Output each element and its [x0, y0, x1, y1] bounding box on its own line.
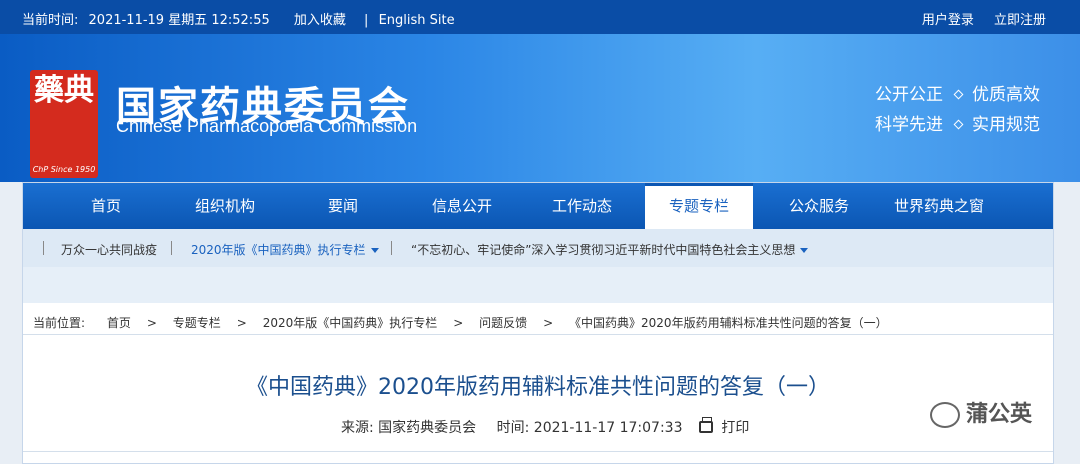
- main-nav: 首页 组织机构 要闻 信息公开 工作动态 专题专栏 公众服务 世界药典之窗: [23, 183, 1053, 229]
- breadcrumb-pharmacopoeia-2020[interactable]: 2020年版《中国药典》执行专栏: [263, 316, 438, 330]
- subnav-item-study-thought[interactable]: “不忘初心、牢记使命”深入学习贯彻习近平新时代中国特色社会主义思想: [411, 241, 809, 258]
- top-bar-right: 用户登录 立即注册: [906, 9, 1046, 28]
- nav-item-special-topics[interactable]: 专题专栏: [645, 183, 753, 229]
- register-link[interactable]: 立即注册: [994, 13, 1046, 28]
- add-favorite-link[interactable]: 加入收藏: [294, 13, 346, 28]
- nav-item-work-updates[interactable]: 工作动态: [521, 183, 643, 229]
- sub-nav: 万众一心共同战疫 2020年版《中国药典》执行专栏 “不忘初心、牢记使命”深入学…: [23, 229, 1053, 267]
- slogan-1: 公开公正: [875, 85, 943, 105]
- current-time-label: 当前时间:: [22, 13, 79, 28]
- subnav-divider: [171, 241, 172, 255]
- subnav-divider: [43, 241, 44, 255]
- slogan: 公开公正 优质高效 科学先进 实用规范: [875, 80, 1040, 140]
- slogan-4: 实用规范: [972, 115, 1040, 135]
- nav-item-info-disclosure[interactable]: 信息公开: [401, 183, 523, 229]
- logo-seal-glyph: 藥典: [34, 73, 94, 108]
- breadcrumb-feedback[interactable]: 问题反馈: [479, 316, 527, 330]
- breadcrumb-divider: [23, 334, 1053, 335]
- nav-item-organization[interactable]: 组织机构: [165, 183, 285, 229]
- article-divider: [23, 451, 1053, 452]
- slogan-3: 科学先进: [875, 115, 943, 135]
- subnav-item-covid[interactable]: 万众一心共同战疫: [61, 241, 157, 258]
- chevron-down-icon: [800, 248, 809, 253]
- article-title: 《中国药典》2020年版药用辅料标准共性问题的答复（一）: [246, 375, 830, 400]
- diamond-icon: [953, 89, 964, 100]
- subnav-strip: [23, 267, 1053, 303]
- subnav-item-pharmacopoeia-2020[interactable]: 2020年版《中国药典》执行专栏: [191, 241, 379, 258]
- diamond-icon: [953, 119, 964, 130]
- breadcrumb: 当前位置: 首页 > 专题专栏 > 2020年版《中国药典》执行专栏 > 问题反馈 > …: [33, 316, 888, 330]
- main-content: 首页 组织机构 要闻 信息公开 工作动态 专题专栏 公众服务 世界药典之窗 万众…: [22, 182, 1054, 464]
- top-bar: 当前时间: 2021-11-19 星期五 12:52:55 加入收藏 | Eng…: [0, 0, 1080, 34]
- current-datetime: 2021-11-19 星期五 12:52:55: [88, 13, 270, 28]
- header-banner: 藥典 ChP Since 1950 国家药典委员会 Chinese Pharma…: [0, 34, 1080, 182]
- breadcrumb-label: 当前位置:: [33, 316, 86, 330]
- article-meta: 来源: 国家药典委员会 时间: 2021-11-17 17:07:33 打印: [341, 417, 749, 437]
- user-login-link[interactable]: 用户登录: [922, 13, 974, 28]
- nav-item-public-services[interactable]: 公众服务: [761, 183, 877, 229]
- breadcrumb-special-topics[interactable]: 专题专栏: [173, 316, 221, 330]
- printer-icon[interactable]: [698, 417, 713, 433]
- breadcrumb-current[interactable]: 《中国药典》2020年版药用辅料标准共性问题的答复（一）: [569, 316, 888, 330]
- top-bar-left: 当前时间: 2021-11-19 星期五 12:52:55 加入收藏 | Eng…: [22, 9, 461, 28]
- nav-item-world-pharmacopoeia[interactable]: 世界药典之窗: [881, 183, 997, 229]
- print-button[interactable]: 打印: [721, 420, 749, 436]
- wechat-icon: [930, 402, 960, 428]
- slogan-2: 优质高效: [972, 85, 1040, 105]
- logo-seal[interactable]: 藥典 ChP Since 1950: [30, 70, 98, 178]
- source-label: 来源:: [341, 420, 374, 436]
- watermark-text: 蒲公英: [966, 402, 1033, 427]
- site-name-en: Chinese Pharmacopoeia Commission: [116, 116, 418, 136]
- watermark: 蒲公英: [930, 396, 1032, 428]
- logo-seal-since: ChP Since 1950: [32, 165, 96, 174]
- subnav-divider: [391, 241, 392, 255]
- time-label: 时间:: [496, 420, 530, 436]
- time-value: 2021-11-17 17:07:33: [533, 420, 683, 436]
- chevron-down-icon: [370, 248, 379, 253]
- english-site-link[interactable]: English Site: [379, 13, 455, 28]
- nav-item-home[interactable]: 首页: [41, 183, 171, 229]
- breadcrumb-home[interactable]: 首页: [107, 316, 131, 330]
- nav-item-news[interactable]: 要闻: [283, 183, 403, 229]
- top-bar-divider: |: [364, 13, 369, 28]
- source-value: 国家药典委员会: [378, 420, 477, 436]
